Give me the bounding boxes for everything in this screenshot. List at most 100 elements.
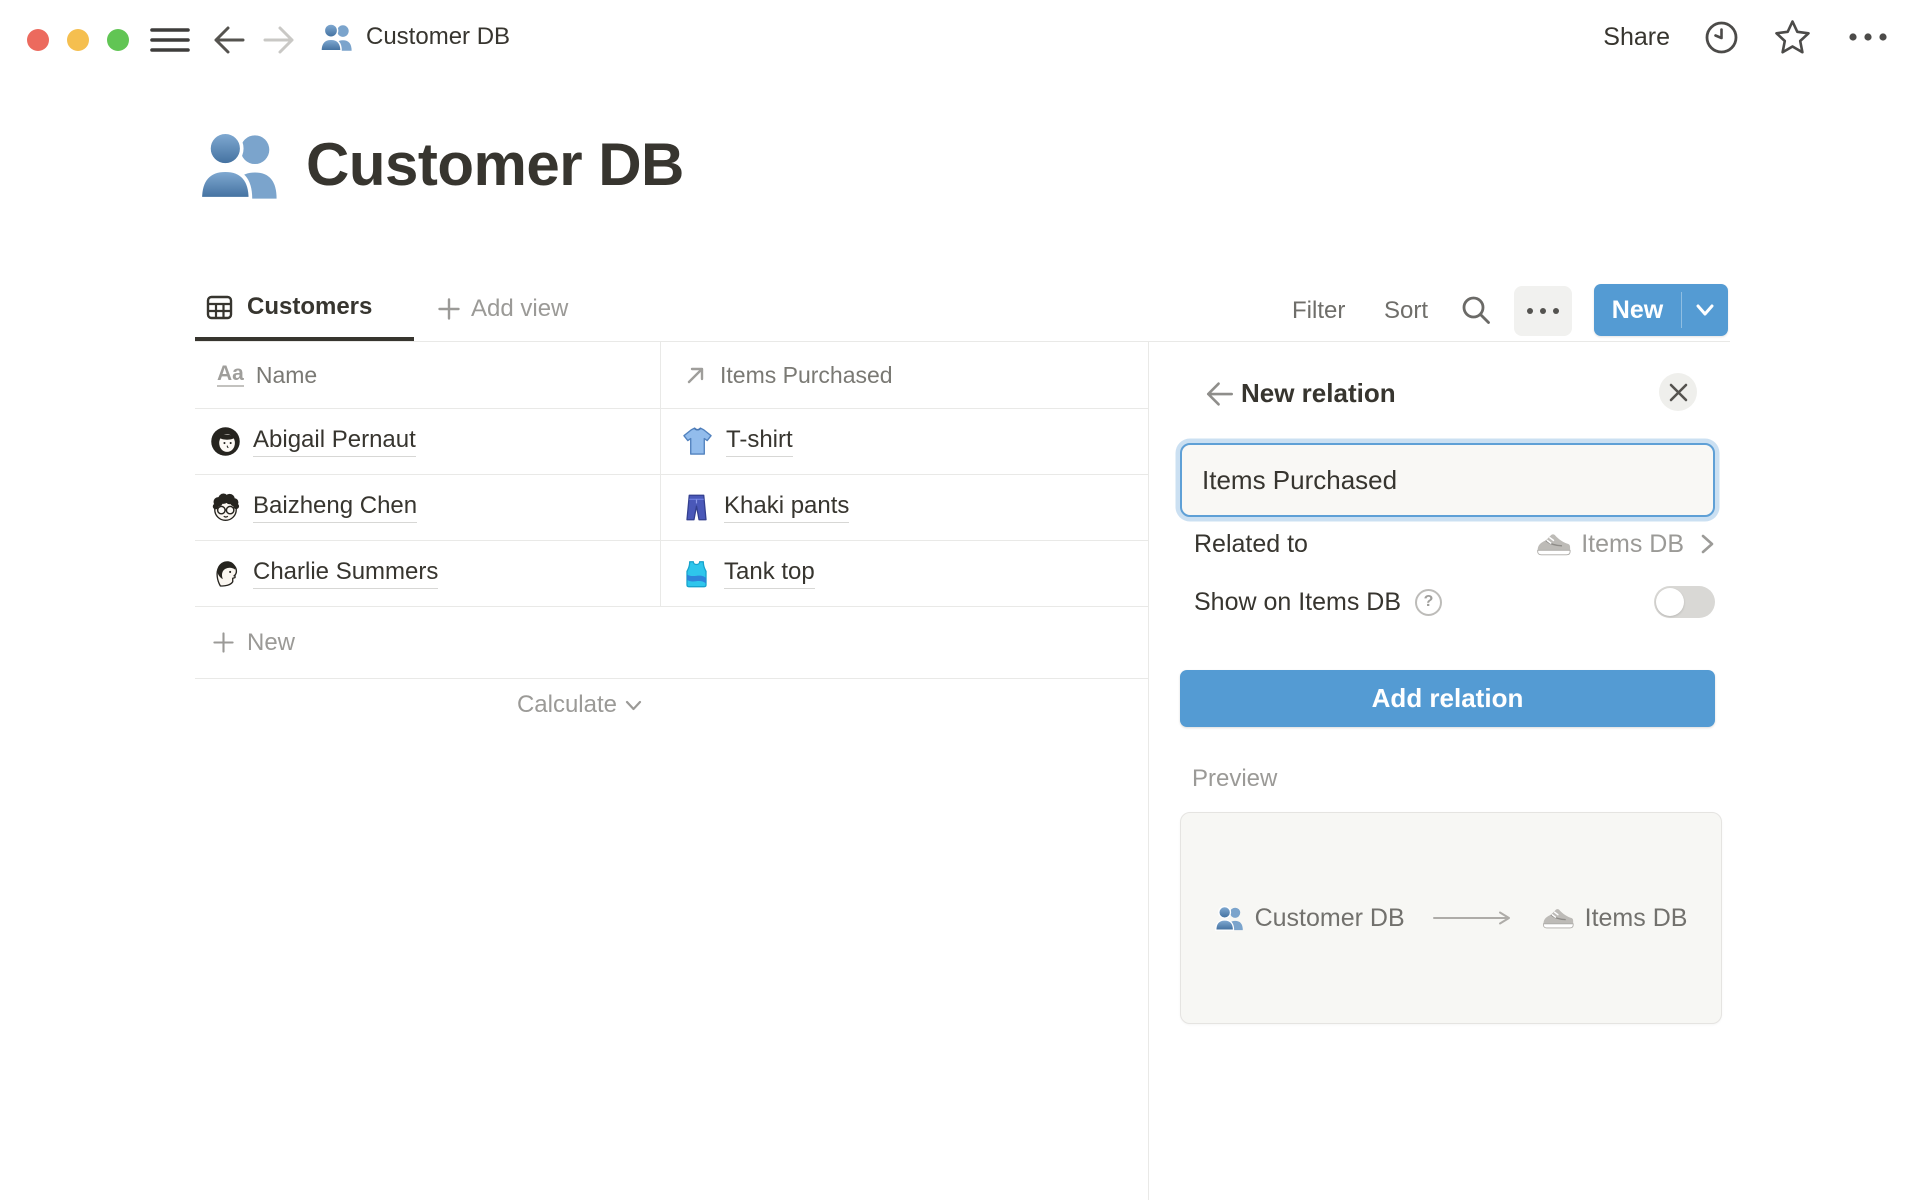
arrow-right-icon (262, 24, 296, 56)
jeans-icon (682, 492, 711, 523)
add-view-button[interactable]: Add view (437, 295, 568, 323)
share-button[interactable]: Share (1603, 23, 1670, 52)
preview-label: Preview (1192, 765, 1277, 793)
sneaker-icon (1541, 905, 1574, 931)
preview-target-db: Items DB (1585, 904, 1688, 933)
calculate-button[interactable]: Calculate (517, 691, 642, 719)
titlebar: Customer DB Share (0, 0, 1920, 70)
record-name[interactable]: Baizheng Chen (253, 492, 417, 523)
cell-name[interactable]: Baizheng Chen (195, 492, 660, 523)
cell-name[interactable]: Abigail Pernaut (195, 426, 660, 457)
calculate-label: Calculate (517, 691, 617, 719)
sort-button[interactable]: Sort (1384, 297, 1428, 325)
chevron-down-icon (625, 700, 642, 711)
calculate-row: Calculate (195, 679, 660, 731)
tanktop-icon (682, 559, 711, 589)
nav-back-button[interactable] (212, 24, 246, 56)
table-header-row: Aa Name Items Purchased (195, 342, 1148, 409)
filter-button[interactable]: Filter (1292, 297, 1345, 325)
question-icon[interactable]: ? (1415, 589, 1442, 616)
page-title[interactable]: Customer DB (306, 130, 684, 199)
add-relation-button[interactable]: Add relation (1180, 670, 1715, 727)
table-row[interactable]: Abigail Pernaut T-shirt (195, 409, 1148, 475)
panel-title: New relation (1241, 378, 1396, 409)
sneaker-icon (1535, 530, 1571, 558)
people-icon (1215, 905, 1244, 931)
panel-close-button[interactable] (1659, 373, 1697, 411)
table-view-icon (206, 294, 233, 321)
ellipsis-icon[interactable] (1846, 31, 1890, 43)
active-tab-underline (195, 337, 414, 341)
show-on-toggle[interactable] (1654, 586, 1715, 618)
table-row[interactable]: Baizheng Chen Khaki pants (195, 475, 1148, 541)
related-to-row: Related to Items DB (1194, 524, 1715, 564)
tab-customers[interactable]: Customers (206, 293, 372, 321)
plus-icon (437, 297, 461, 321)
show-on-row: Show on Items DB ? (1194, 582, 1715, 622)
record-name[interactable]: Charlie Summers (253, 558, 438, 589)
toggle-knob (1656, 588, 1684, 616)
related-to-label: Related to (1194, 530, 1308, 559)
page-header: Customer DB (198, 128, 684, 201)
view-toolbar: Customers Add view Filter Sort New (0, 283, 1920, 341)
tshirt-icon (682, 426, 713, 457)
preview-source-db: Customer DB (1255, 904, 1405, 933)
nav-forward-button[interactable] (262, 24, 296, 56)
search-button[interactable] (1460, 294, 1492, 326)
traffic-light-close[interactable] (27, 29, 49, 51)
cell-items-purchased[interactable]: Tank top (660, 558, 1148, 589)
add-view-label: Add view (471, 295, 568, 323)
tab-label: Customers (247, 293, 372, 321)
related-to-db: Items DB (1581, 530, 1684, 559)
table-row[interactable]: Charlie Summers Tank top (195, 541, 1148, 607)
avatar-abigail (210, 426, 241, 457)
breadcrumb-title: Customer DB (366, 23, 510, 51)
record-item[interactable]: Tank top (724, 558, 815, 589)
relation-preview-box: Customer DB Items DB (1180, 812, 1722, 1024)
traffic-light-zoom[interactable] (107, 29, 129, 51)
arrow-left-icon (212, 24, 246, 56)
record-item[interactable]: Khaki pants (724, 492, 849, 523)
column-label: Name (256, 362, 317, 389)
column-header-name[interactable]: Aa Name (195, 362, 660, 389)
chevron-right-icon (1700, 533, 1715, 555)
column-header-items-purchased[interactable]: Items Purchased (660, 362, 1148, 389)
avatar-charlie (210, 558, 241, 589)
clock-icon[interactable] (1704, 20, 1739, 55)
close-icon (1668, 382, 1689, 403)
breadcrumb[interactable]: Customer DB (320, 22, 510, 52)
record-item[interactable]: T-shirt (726, 426, 793, 457)
people-icon (320, 22, 353, 52)
panel-back-button[interactable] (1203, 379, 1236, 409)
star-icon[interactable] (1773, 18, 1812, 56)
chevron-down-icon (1695, 303, 1715, 317)
sidebar-menu-button[interactable] (150, 27, 190, 53)
relation-name-input[interactable] (1180, 443, 1715, 517)
cell-items-purchased[interactable]: T-shirt (660, 426, 1148, 457)
traffic-light-minimize[interactable] (67, 29, 89, 51)
show-on-label: Show on Items DB (1194, 588, 1401, 617)
long-arrow-icon (1432, 910, 1514, 926)
title-property-icon: Aa (217, 363, 244, 387)
new-relation-panel: New relation Related to Items DB Show on… (1148, 342, 1920, 1200)
column-divider (660, 342, 661, 607)
plus-icon (212, 631, 235, 654)
database-table: Aa Name Items Purchased Abigail Pernaut (195, 342, 1148, 731)
ellipsis-icon (1526, 307, 1560, 315)
relation-name-field-wrap (1180, 443, 1715, 517)
cell-name[interactable]: Charlie Summers (195, 558, 660, 589)
new-row-label: New (247, 629, 295, 657)
record-name[interactable]: Abigail Pernaut (253, 426, 416, 457)
related-to-value[interactable]: Items DB (1535, 530, 1715, 559)
cell-items-purchased[interactable]: Khaki pants (660, 492, 1148, 523)
search-icon (1460, 294, 1492, 326)
new-record-dropdown-button[interactable] (1682, 284, 1728, 336)
hamburger-icon (150, 27, 190, 53)
view-options-button[interactable] (1514, 286, 1572, 336)
arrow-left-icon (1203, 379, 1236, 409)
new-record-button-group: New (1594, 284, 1728, 336)
people-icon[interactable] (198, 128, 280, 201)
new-record-button[interactable]: New (1594, 284, 1681, 336)
column-label: Items Purchased (720, 362, 893, 389)
new-row-button[interactable]: New (195, 607, 1148, 679)
